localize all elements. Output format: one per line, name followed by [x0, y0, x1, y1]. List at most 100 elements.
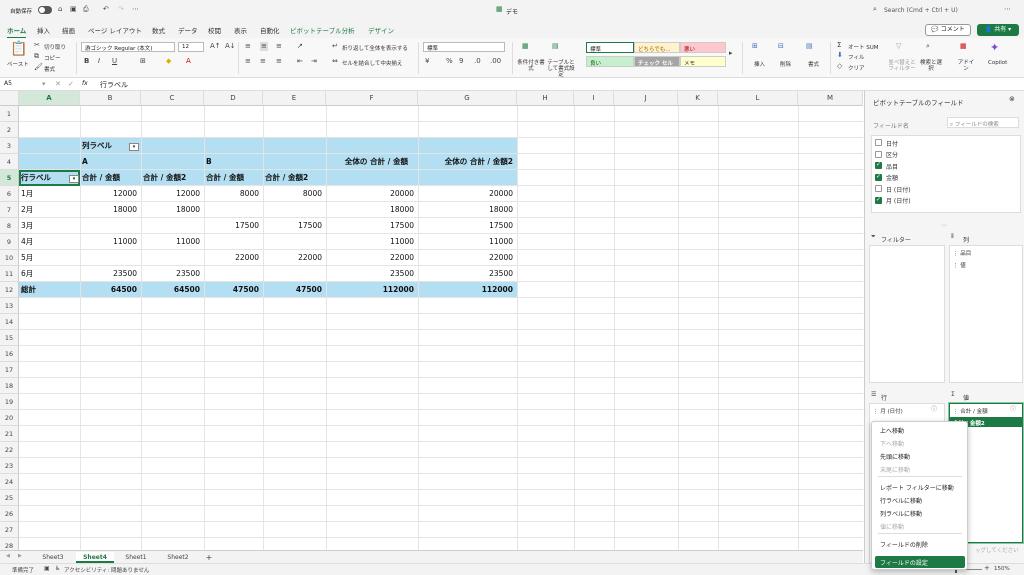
outdent-icon[interactable]: ⇥: [311, 58, 317, 65]
pivot-row-10-d[interactable]: 22000: [204, 250, 261, 266]
bold-button[interactable]: B: [84, 58, 89, 65]
paste-icon[interactable]: 📋: [10, 42, 27, 56]
delete-button[interactable]: 削除: [780, 60, 791, 68]
clear-icon[interactable]: ◇: [837, 63, 842, 70]
sort-filter-icon[interactable]: ▽: [896, 43, 901, 50]
pivot-row-6-b[interactable]: 12000: [80, 186, 139, 202]
enter-icon[interactable]: ✓: [68, 81, 74, 88]
clear-button[interactable]: クリア: [848, 64, 865, 72]
tab-pivot-analyze[interactable]: ピボットテーブル分析: [290, 25, 355, 35]
menu-move-to-beginning[interactable]: 先頭に移動: [880, 452, 910, 461]
sheet-tab-sheet1[interactable]: Sheet1: [118, 552, 154, 563]
add-sheet-button[interactable]: +: [202, 552, 216, 563]
pivot-row-8-f[interactable]: 17500: [326, 218, 416, 234]
pivot-row-7-a[interactable]: 2月: [21, 202, 33, 218]
column-header-m[interactable]: M: [798, 91, 863, 106]
column-header-c[interactable]: C: [141, 91, 204, 106]
column-header-b[interactable]: B: [80, 91, 141, 106]
value-field-item[interactable]: ⋮ 合計 / 金額: [953, 407, 988, 415]
pivot-row-8-c[interactable]: [141, 218, 202, 234]
field-search-input[interactable]: ⌕ フィールドの検索: [947, 117, 1019, 128]
format-cells-icon[interactable]: ▤: [806, 43, 813, 50]
pivot-row-8-e[interactable]: 17500: [263, 218, 324, 234]
save-icon[interactable]: ▣: [70, 6, 77, 13]
wrap-text-icon[interactable]: ↵: [332, 43, 338, 50]
currency-icon[interactable]: ¥: [425, 58, 429, 65]
increase-decimal-icon[interactable]: .0: [474, 58, 481, 65]
format-button[interactable]: 書式: [808, 60, 819, 68]
pivot-row-10-c[interactable]: [141, 250, 202, 266]
fill-icon[interactable]: ⬇: [837, 52, 843, 59]
field-label[interactable]: 区分: [886, 150, 898, 159]
row-header-20[interactable]: 20: [0, 410, 19, 426]
zoom-level[interactable]: 150%: [994, 566, 1010, 572]
style-memo[interactable]: メモ: [680, 56, 726, 67]
row-header-23[interactable]: 23: [0, 458, 19, 474]
pivot-row-8-g[interactable]: 17500: [418, 218, 515, 234]
tab-home[interactable]: ホーム: [7, 25, 27, 39]
column-header-l[interactable]: L: [718, 91, 798, 106]
row-header-8[interactable]: 8: [0, 218, 19, 234]
row-header-11[interactable]: 11: [0, 266, 19, 282]
tab-design[interactable]: デザイン: [368, 25, 394, 35]
search-box[interactable]: Search (Cmd + Ctrl + U): [884, 7, 958, 14]
field-checkbox[interactable]: [875, 150, 882, 158]
row-field-info-icon[interactable]: ⓘ: [931, 407, 937, 413]
column-header-g[interactable]: G: [418, 91, 517, 106]
copilot-button[interactable]: Copilot: [988, 60, 1007, 66]
column-header-k[interactable]: K: [678, 91, 718, 106]
orientation-icon[interactable]: ↗: [297, 43, 303, 50]
row-header-9[interactable]: 9: [0, 234, 19, 250]
row-header-13[interactable]: 13: [0, 298, 19, 314]
fill-button[interactable]: フィル: [848, 53, 864, 61]
tab-formulas[interactable]: 数式: [152, 25, 165, 35]
pivot-row-7-g[interactable]: 18000: [418, 202, 515, 218]
autosave-toggle[interactable]: [38, 6, 52, 14]
more-icon[interactable]: ⋯: [132, 6, 139, 13]
style-bad[interactable]: 悪い: [680, 42, 726, 53]
pivot-row-9-d[interactable]: [204, 234, 261, 250]
field-label[interactable]: 金額: [886, 173, 898, 182]
pivot-row-11-a[interactable]: 6月: [21, 266, 33, 282]
pivot-row-11-b[interactable]: 23500: [80, 266, 139, 282]
merge-button[interactable]: セルを結合して中央揃え: [342, 59, 402, 67]
row-header-4[interactable]: 4: [0, 154, 19, 170]
tab-insert[interactable]: 挿入: [37, 25, 50, 35]
row-header-6[interactable]: 6: [0, 186, 19, 202]
pivot-row-10-a[interactable]: 5月: [21, 250, 33, 266]
pivot-row-8-d[interactable]: 17500: [204, 218, 261, 234]
column-header-a[interactable]: A: [19, 91, 80, 106]
tab-automate[interactable]: 自動化: [260, 25, 280, 35]
name-box-dropdown-icon[interactable]: ▾: [42, 81, 46, 88]
addin-icon[interactable]: ▦: [960, 43, 967, 50]
field-label[interactable]: 日付: [886, 139, 898, 148]
row-header-18[interactable]: 18: [0, 378, 19, 394]
italic-button[interactable]: I: [98, 58, 100, 65]
row-header-7[interactable]: 7: [0, 202, 19, 218]
style-neutral[interactable]: どちらでも...: [634, 42, 680, 53]
pivot-row-9-e[interactable]: [263, 234, 324, 250]
menu-move-up[interactable]: 上へ移動: [880, 426, 904, 435]
copy-icon[interactable]: ⧉: [34, 53, 39, 60]
pivot-row-9-g[interactable]: 11000: [418, 234, 515, 250]
accessibility-status[interactable]: アクセシビリティ: 問題ありません: [64, 566, 149, 574]
underline-button[interactable]: U: [112, 58, 117, 65]
insert-cells-icon[interactable]: ⊞: [752, 43, 758, 50]
conditional-format-icon[interactable]: ▦: [522, 43, 529, 50]
macro-icon[interactable]: ▣: [44, 566, 50, 572]
home-icon[interactable]: ⌂: [58, 6, 62, 13]
tab-review[interactable]: 校閲: [208, 25, 221, 35]
pivot-row-10-e[interactable]: 22000: [263, 250, 324, 266]
pivot-row-6-d[interactable]: 8000: [204, 186, 261, 202]
pivot-column-labels-header[interactable]: 列ラベル: [82, 138, 112, 154]
column-header-j[interactable]: J: [614, 91, 678, 106]
value-field-info-icon[interactable]: ⓘ: [1010, 407, 1016, 413]
comment-button[interactable]: 💬 コメント: [925, 24, 971, 36]
pivot-row-8-a[interactable]: 3月: [21, 218, 33, 234]
pivot-row-6-a[interactable]: 1月: [21, 186, 33, 202]
pivot-row-11-d[interactable]: [204, 266, 261, 282]
row-header-5[interactable]: 5: [0, 170, 19, 186]
name-box[interactable]: A5: [4, 80, 12, 87]
pivot-grand-total-b[interactable]: 64500: [80, 282, 139, 298]
row-header-3[interactable]: 3: [0, 138, 19, 154]
